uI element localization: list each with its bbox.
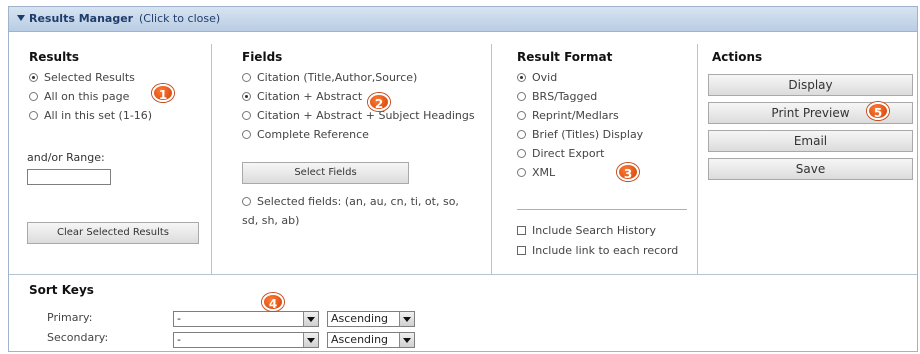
save-button[interactable]: Save — [708, 158, 913, 180]
radio-icon[interactable] — [517, 168, 526, 177]
annotation-badge-1: 1 — [152, 84, 174, 102]
radio-all-on-page[interactable]: All on this page — [29, 89, 129, 105]
fields-title: Fields — [242, 50, 283, 64]
radio-direct-export[interactable]: Direct Export — [517, 146, 604, 162]
annotation-badge-4: 4 — [262, 293, 284, 311]
checkbox-icon[interactable] — [517, 246, 526, 255]
range-input[interactable] — [27, 169, 111, 185]
selected-fields-text: Selected fields: (an, au, cn, ti, ot, so… — [257, 195, 459, 208]
header-hint[interactable]: (Click to close) — [139, 12, 220, 25]
results-manager-header[interactable]: Results Manager (Click to close) — [9, 7, 917, 32]
radio-all-in-set[interactable]: All in this set (1-16) — [29, 108, 152, 124]
radio-complete-reference[interactable]: Complete Reference — [242, 127, 369, 143]
select-value: Ascending — [331, 333, 389, 346]
radio-icon[interactable] — [517, 92, 526, 101]
collapse-triangle-icon[interactable] — [17, 15, 25, 21]
radio-icon[interactable] — [29, 73, 38, 82]
dropdown-arrow-icon[interactable] — [303, 312, 318, 326]
radio-icon[interactable] — [242, 111, 251, 120]
radio-icon[interactable] — [517, 111, 526, 120]
range-label: and/or Range: — [27, 151, 105, 164]
clear-selected-results-button[interactable]: Clear Selected Results — [27, 222, 199, 244]
checkbox-icon[interactable] — [517, 226, 526, 235]
format-divider — [517, 209, 687, 210]
results-section: Results Selected Results All on this pag… — [9, 44, 212, 274]
radio-label: All on this page — [44, 90, 130, 103]
radio-label: Citation + Abstract + Subject Headings — [257, 109, 475, 122]
annotation-badge-2: 2 — [368, 93, 390, 111]
results-title: Results — [29, 50, 80, 64]
dropdown-arrow-icon[interactable] — [399, 312, 414, 326]
radio-label: Complete Reference — [257, 128, 369, 141]
sort-keys-section: Sort Keys Primary: Secondary: - Ascendin… — [9, 274, 917, 354]
annotation-badge-3: 3 — [617, 163, 639, 181]
radio-icon[interactable] — [242, 92, 251, 101]
sort-keys-title: Sort Keys — [29, 283, 94, 297]
radio-label: Citation + Abstract — [257, 90, 363, 103]
radio-icon[interactable] — [242, 73, 251, 82]
radio-label: Ovid — [532, 71, 558, 84]
radio-label: Citation (Title,Author,Source) — [257, 71, 418, 84]
primary-sort-select[interactable]: - — [173, 311, 319, 327]
fields-section: Fields Citation (Title,Author,Source) Ci… — [212, 44, 492, 274]
header-title: Results Manager — [29, 12, 134, 25]
radio-icon[interactable] — [29, 92, 38, 101]
annotation-badge-5: 5 — [867, 102, 889, 120]
select-fields-button[interactable]: Select Fields — [242, 162, 409, 184]
radio-brs-tagged[interactable]: BRS/Tagged — [517, 89, 597, 105]
checkbox-include-search-history[interactable]: Include Search History — [517, 223, 656, 239]
result-format-title: Result Format — [517, 50, 613, 64]
radio-icon[interactable] — [242, 197, 251, 206]
radio-label: BRS/Tagged — [532, 90, 598, 103]
dropdown-arrow-icon[interactable] — [399, 333, 414, 347]
secondary-order-select[interactable]: Ascending — [327, 332, 415, 348]
radio-label: All in this set (1-16) — [44, 109, 153, 122]
result-format-section: Result Format Ovid BRS/Tagged Reprint/Me… — [492, 44, 698, 274]
checkbox-label: Include Search History — [532, 224, 656, 237]
secondary-sort-select[interactable]: - — [173, 332, 319, 348]
radio-icon[interactable] — [517, 149, 526, 158]
primary-order-select[interactable]: Ascending — [327, 311, 415, 327]
radio-reprint-medlars[interactable]: Reprint/Medlars — [517, 108, 619, 124]
selected-fields-text-continued: sd, sh, ab) — [242, 214, 300, 227]
radio-label: Selected Results — [44, 71, 135, 84]
radio-label: Reprint/Medlars — [532, 109, 619, 122]
radio-icon[interactable] — [517, 130, 526, 139]
radio-citation[interactable]: Citation (Title,Author,Source) — [242, 70, 417, 86]
primary-sort-label: Primary: — [47, 311, 93, 324]
radio-label: Brief (Titles) Display — [532, 128, 644, 141]
radio-label: Direct Export — [532, 147, 605, 160]
radio-brief-titles[interactable]: Brief (Titles) Display — [517, 127, 643, 143]
radio-icon[interactable] — [29, 111, 38, 120]
select-value: Ascending — [331, 312, 389, 325]
radio-xml[interactable]: XML — [517, 165, 555, 181]
radio-ovid[interactable]: Ovid — [517, 70, 557, 86]
radio-icon[interactable] — [517, 73, 526, 82]
display-button[interactable]: Display — [708, 74, 913, 96]
select-value: - — [177, 333, 181, 346]
checkbox-label: Include link to each record — [532, 244, 679, 257]
select-value: - — [177, 312, 181, 325]
radio-selected-fields[interactable]: Selected fields: (an, au, cn, ti, ot, so… — [242, 194, 459, 210]
radio-label: XML — [532, 166, 556, 179]
checkbox-include-link[interactable]: Include link to each record — [517, 243, 678, 259]
results-manager-panel: Results Manager (Click to close) Results… — [8, 6, 918, 352]
actions-section: Actions Display Print Preview Email Save — [698, 44, 918, 274]
actions-title: Actions — [712, 50, 763, 64]
secondary-sort-label: Secondary: — [47, 331, 109, 344]
radio-citation-abstract[interactable]: Citation + Abstract — [242, 89, 362, 105]
radio-selected-results[interactable]: Selected Results — [29, 70, 135, 86]
radio-icon[interactable] — [242, 130, 251, 139]
radio-citation-abstract-subject[interactable]: Citation + Abstract + Subject Headings — [242, 108, 475, 124]
dropdown-arrow-icon[interactable] — [303, 333, 318, 347]
email-button[interactable]: Email — [708, 130, 913, 152]
